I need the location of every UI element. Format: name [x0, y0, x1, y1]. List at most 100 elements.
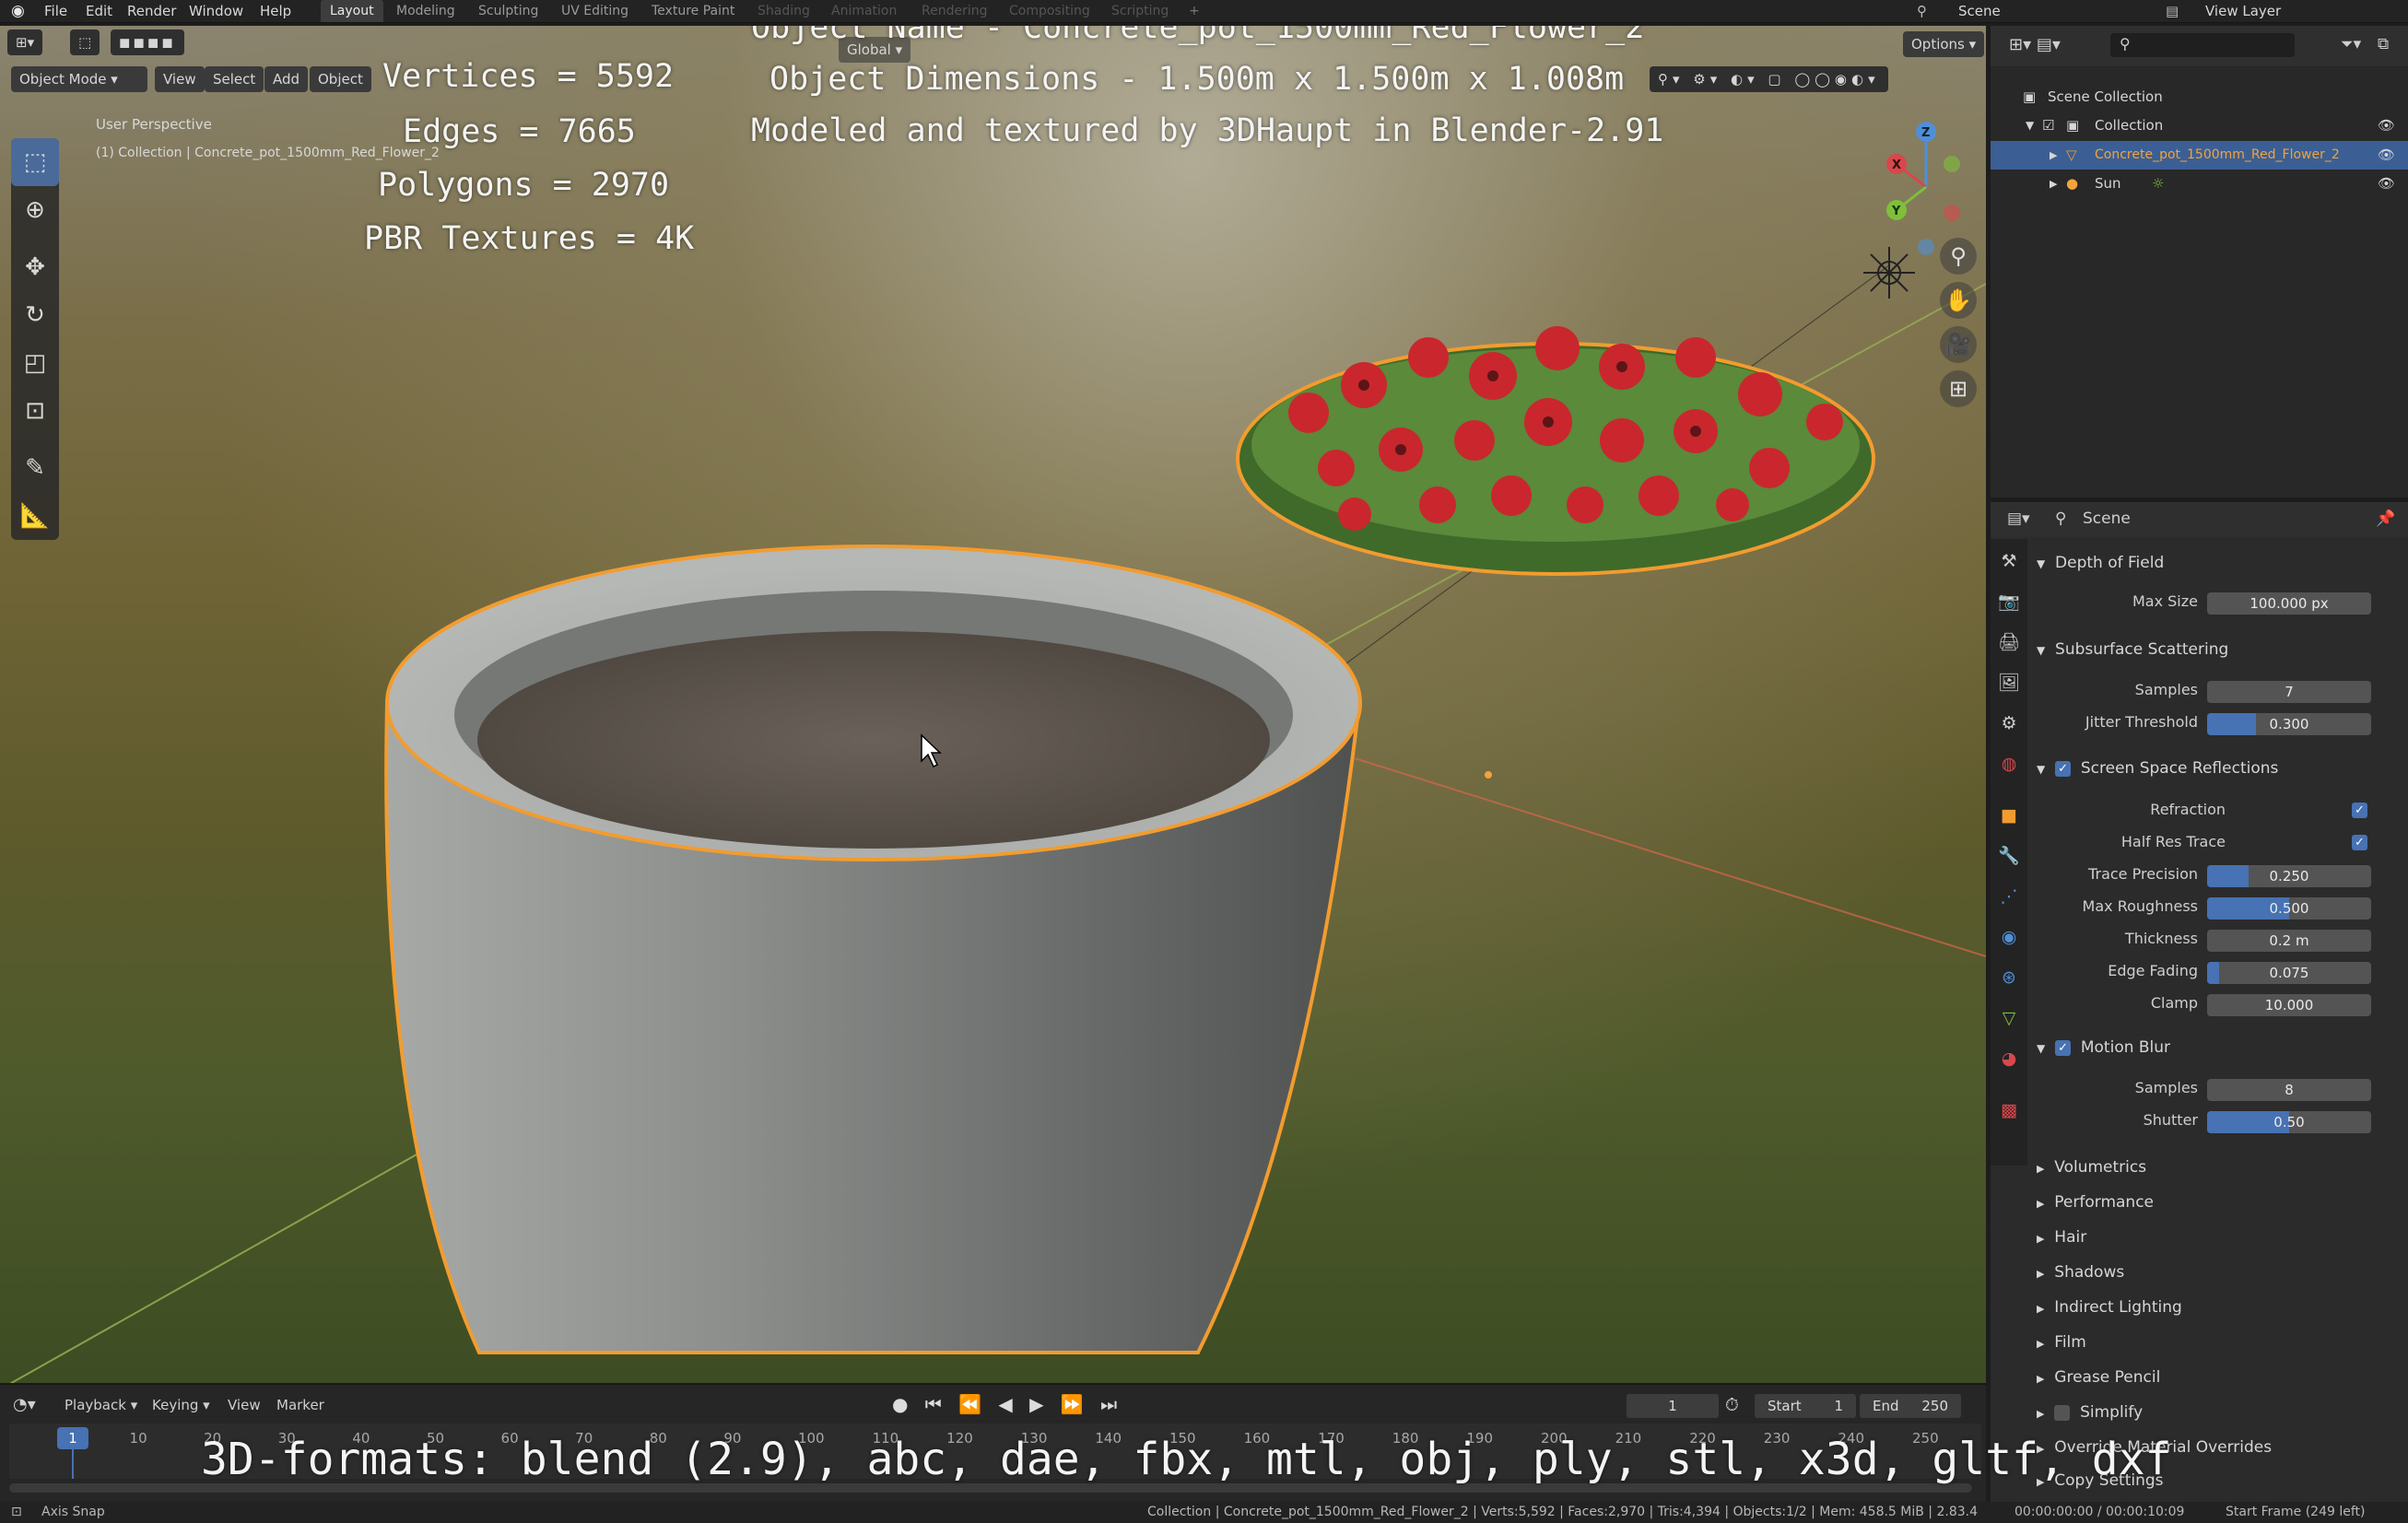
section-motion-blur[interactable]: ▼ ✓ Motion Blur	[2037, 1032, 2170, 1063]
outliner-row-collection[interactable]: ▼ ☑ ▣ Collection 👁	[1991, 111, 2408, 140]
tab-shading[interactable]: Shading	[758, 0, 810, 22]
menu-edit[interactable]: Edit	[86, 0, 112, 22]
measure-icon[interactable]: 📐	[11, 492, 59, 540]
checkbox-icon[interactable]: ☑	[2042, 111, 2054, 140]
blender-logo-icon[interactable]: ◉	[11, 0, 25, 22]
tab-texture-paint[interactable]: Texture Paint	[652, 0, 734, 22]
overlay-toggle-icons[interactable]: ⚲▾ ⚙▾ ◐▾ ▢ ◯◯◉◐▾	[1650, 66, 1888, 92]
tool-tab-icon[interactable]: ⚒	[1998, 550, 2020, 572]
3d-viewport[interactable]: Z X Y ⊞▾ ⬚ ◼◼◼◼ Object Mode ▾ View Selec…	[0, 26, 1986, 1383]
section-indirect-lighting[interactable]: ▶ Indirect Lighting	[2037, 1292, 2182, 1323]
cursor-icon[interactable]: ⊕	[11, 186, 59, 234]
playback-controls[interactable]: ● ⏮ ⏪ ◀ ▶ ⏩ ⏭	[892, 1393, 1122, 1415]
world-tab-icon[interactable]: ◍	[1998, 753, 2020, 775]
viewport-menu-object[interactable]: Object	[310, 66, 371, 92]
add-workspace-button[interactable]: +	[1189, 0, 1200, 22]
shutter-slider[interactable]: 0.50	[2207, 1111, 2371, 1133]
tab-compositing[interactable]: Compositing	[1009, 0, 1090, 22]
scene-name[interactable]: Scene	[1958, 0, 2001, 22]
select-mode-icons[interactable]: ◼◼◼◼	[111, 29, 184, 55]
max-size-field[interactable]: 100.000 px	[2207, 592, 2371, 615]
filter-icon[interactable]: ⏷▾	[2341, 35, 2361, 53]
eye-icon[interactable]: 👁	[2378, 170, 2395, 198]
section-subsurface-scattering[interactable]: ▼ Subsurface Scattering	[2037, 634, 2228, 665]
scene-tab-icon[interactable]: ⚙	[1998, 712, 2020, 734]
outliner-row-sun[interactable]: ▶ ● Sun ☼ 👁	[1991, 170, 2408, 198]
menu-window[interactable]: Window	[189, 0, 243, 22]
section-grease-pencil[interactable]: ▶ Grease Pencil	[2037, 1362, 2160, 1393]
current-frame-field[interactable]: 1	[1627, 1394, 1719, 1418]
playhead-frame-badge[interactable]: 1	[57, 1427, 88, 1449]
viewport-menu-add[interactable]: Add	[264, 66, 309, 92]
tab-scripting[interactable]: Scripting	[1111, 0, 1169, 22]
tab-modeling[interactable]: Modeling	[396, 0, 455, 22]
timeline-menu-view[interactable]: View	[228, 1397, 261, 1413]
timeline-menu-keying[interactable]: Keying ▾	[152, 1397, 210, 1413]
constraints-tab-icon[interactable]: ⊛	[1998, 967, 2020, 989]
object-mode-dropdown[interactable]: Object Mode ▾	[11, 66, 147, 92]
outliner-row-pot-object[interactable]: ▶ ▽ Concrete_pot_1500mm_Red_Flower_2 👁	[1991, 141, 2408, 170]
eye-icon[interactable]: 👁	[2378, 141, 2395, 170]
eye-icon[interactable]: 👁	[2378, 111, 2395, 140]
tab-uv-editing[interactable]: UV Editing	[561, 0, 628, 22]
move-icon[interactable]: ✥	[11, 243, 59, 291]
select-box-icon[interactable]: ⬚	[11, 138, 59, 186]
timeline-menu-playback[interactable]: Playback ▾	[65, 1397, 137, 1413]
render-tab-icon[interactable]: 📷	[1998, 591, 2020, 613]
transform-icon[interactable]: ⊡	[11, 387, 59, 435]
particles-tab-icon[interactable]: ⋰	[1998, 885, 2020, 908]
object-tab-icon[interactable]: ■	[1998, 804, 2020, 826]
start-frame-field[interactable]: Start 1	[1755, 1394, 1856, 1418]
tab-rendering[interactable]: Rendering	[922, 0, 988, 22]
refraction-checkbox[interactable]: ✓	[2352, 803, 2367, 818]
menu-file[interactable]: File	[44, 0, 67, 22]
sss-samples-field[interactable]: 7	[2207, 681, 2371, 703]
view-layer-icon[interactable]: ▤	[2166, 0, 2179, 22]
view-layer-tab-icon[interactable]: 🖼	[1998, 672, 2020, 694]
section-simplify[interactable]: ▶ Simplify	[2037, 1397, 2143, 1428]
options-dropdown[interactable]: Options ▾	[1903, 31, 1985, 57]
chevron-right-icon[interactable]: ▶	[2050, 170, 2057, 198]
outliner-search-input[interactable]: ⚲	[2110, 33, 2295, 57]
editor-type-icon[interactable]: ⊞▾	[7, 29, 43, 55]
edge-fading-slider[interactable]: 0.075	[2207, 962, 2371, 984]
section-shadows[interactable]: ▶ Shadows	[2037, 1257, 2124, 1288]
properties-editor-icon[interactable]: ▤▾	[2007, 510, 2030, 528]
texture-tab-icon[interactable]: ▩	[1998, 1099, 2020, 1121]
tab-animation[interactable]: Animation	[831, 0, 897, 22]
viewport-menu-view[interactable]: View	[155, 66, 205, 92]
end-frame-field[interactable]: End 250	[1860, 1394, 1961, 1418]
pin-icon[interactable]: 📌	[2376, 510, 2395, 528]
rotate-icon[interactable]: ↻	[11, 291, 59, 339]
material-tab-icon[interactable]: ◕	[1998, 1048, 2020, 1070]
section-volumetrics[interactable]: ▶ Volumetrics	[2037, 1152, 2146, 1183]
thickness-field[interactable]: 0.2 m	[2207, 930, 2371, 952]
chevron-down-icon[interactable]: ▼	[2026, 111, 2034, 140]
simplify-checkbox[interactable]	[2054, 1404, 2071, 1421]
tab-layout[interactable]: Layout	[321, 0, 383, 22]
section-depth-of-field[interactable]: ▼ Depth of Field	[2037, 547, 2164, 579]
chevron-right-icon[interactable]: ▶	[2050, 141, 2057, 170]
viewport-menu-select[interactable]: Select	[205, 66, 264, 92]
max-roughness-slider[interactable]: 0.500	[2207, 897, 2371, 920]
trace-precision-slider[interactable]: 0.250	[2207, 865, 2371, 887]
jitter-threshold-slider[interactable]: 0.300	[2207, 713, 2371, 735]
new-collection-icon[interactable]: ⧉	[2378, 35, 2389, 53]
output-tab-icon[interactable]: 🖨	[1998, 631, 2020, 653]
physics-tab-icon[interactable]: ◉	[1998, 926, 2020, 948]
view-layer-name[interactable]: View Layer	[2205, 0, 2281, 22]
menu-help[interactable]: Help	[260, 0, 291, 22]
timeline-menu-marker[interactable]: Marker	[276, 1397, 324, 1413]
half-res-trace-checkbox[interactable]: ✓	[2352, 835, 2367, 850]
zoom-icon[interactable]: ⚲	[1940, 238, 1977, 275]
data-tab-icon[interactable]: ▽	[1998, 1007, 2020, 1029]
tab-sculpting[interactable]: Sculpting	[478, 0, 538, 22]
clamp-field[interactable]: 10.000	[2207, 994, 2371, 1016]
section-film[interactable]: ▶ Film	[2037, 1327, 2086, 1358]
timeline-editor-icon[interactable]: ◔▾	[13, 1395, 36, 1414]
annotate-icon[interactable]: ✎	[11, 444, 59, 492]
camera-icon[interactable]: 🎥	[1940, 326, 1977, 363]
scale-icon[interactable]: ◰	[11, 339, 59, 387]
section-screen-space-reflections[interactable]: ▼ ✓ Screen Space Reflections	[2037, 753, 2278, 784]
menu-render[interactable]: Render	[127, 0, 176, 22]
